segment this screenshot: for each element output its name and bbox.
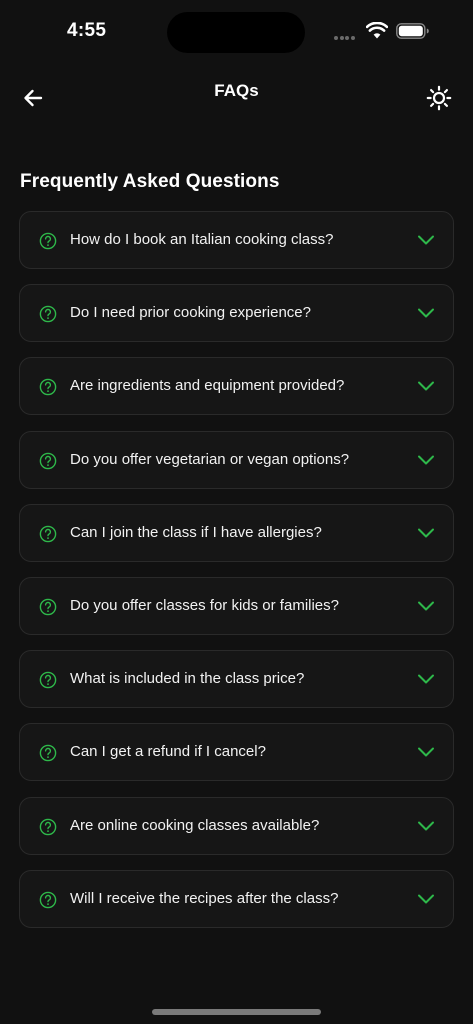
chevron-down-icon xyxy=(418,821,434,830)
theme-toggle-button[interactable] xyxy=(425,84,453,112)
faq-item[interactable]: Do you offer vegetarian or vegan options… xyxy=(19,430,454,489)
faq-question: Are ingredients and equipment provided? xyxy=(70,377,345,395)
app-header: FAQs xyxy=(0,70,473,126)
faq-item[interactable]: Can I get a refund if I cancel? xyxy=(19,723,454,782)
chevron-down-icon xyxy=(418,381,434,391)
faq-item[interactable]: How do I book an Italian cooking class? xyxy=(19,211,454,269)
faq-question: Do I need prior cooking experience? xyxy=(70,304,311,322)
faq-item[interactable]: Will I receive the recipes after the cla… xyxy=(19,869,454,928)
cellular-signal-icon xyxy=(334,36,360,40)
question-circle-icon xyxy=(39,598,57,616)
faq-item[interactable]: Can I join the class if I have allergies… xyxy=(19,503,454,562)
status-bar: 4:55 xyxy=(0,0,473,62)
faq-list: How do I book an Italian cooking class? … xyxy=(19,211,454,943)
faq-item[interactable]: Are online cooking classes available? xyxy=(19,796,454,855)
question-circle-icon xyxy=(39,379,57,396)
faq-question: Do you offer classes for kids or familie… xyxy=(70,596,339,614)
faq-item[interactable]: What is included in the class price? xyxy=(19,650,454,709)
chevron-down-icon xyxy=(418,528,434,538)
faq-question: Can I join the class if I have allergies… xyxy=(70,523,322,541)
faq-item[interactable]: Are ingredients and equipment provided? xyxy=(19,357,454,416)
question-circle-icon xyxy=(39,305,57,323)
faq-item[interactable]: Do I need prior cooking experience? xyxy=(19,284,454,343)
question-circle-icon xyxy=(39,232,57,250)
question-circle-icon xyxy=(39,818,57,835)
dynamic-island xyxy=(167,12,305,53)
faq-question: Are online cooking classes available? xyxy=(70,816,320,834)
section-title: Frequently Asked Questions xyxy=(20,171,280,192)
sun-icon xyxy=(426,85,452,111)
chevron-down-icon xyxy=(418,601,434,611)
faq-question: Will I receive the recipes after the cla… xyxy=(70,889,339,907)
faq-question: Do you offer vegetarian or vegan options… xyxy=(70,450,350,468)
chevron-down-icon xyxy=(418,235,434,245)
battery-icon xyxy=(396,23,429,39)
status-time: 4:55 xyxy=(67,20,107,41)
faq-item[interactable]: Do you offer classes for kids or familie… xyxy=(19,576,454,635)
chevron-down-icon xyxy=(418,455,434,465)
page-title: FAQs xyxy=(214,81,259,100)
chevron-down-icon xyxy=(418,674,434,684)
faq-question: How do I book an Italian cooking class? xyxy=(70,231,334,248)
question-circle-icon xyxy=(39,745,57,762)
chevron-down-icon xyxy=(418,308,434,318)
question-circle-icon xyxy=(39,452,57,469)
question-circle-icon xyxy=(39,671,57,689)
faq-question: What is included in the class price? xyxy=(70,670,305,688)
wifi-icon xyxy=(366,22,388,39)
question-circle-icon xyxy=(39,525,57,543)
question-circle-icon xyxy=(39,891,57,908)
home-indicator[interactable] xyxy=(152,1009,321,1015)
chevron-down-icon xyxy=(418,894,434,904)
chevron-down-icon xyxy=(418,747,434,757)
faq-question: Can I get a refund if I cancel? xyxy=(70,743,266,761)
